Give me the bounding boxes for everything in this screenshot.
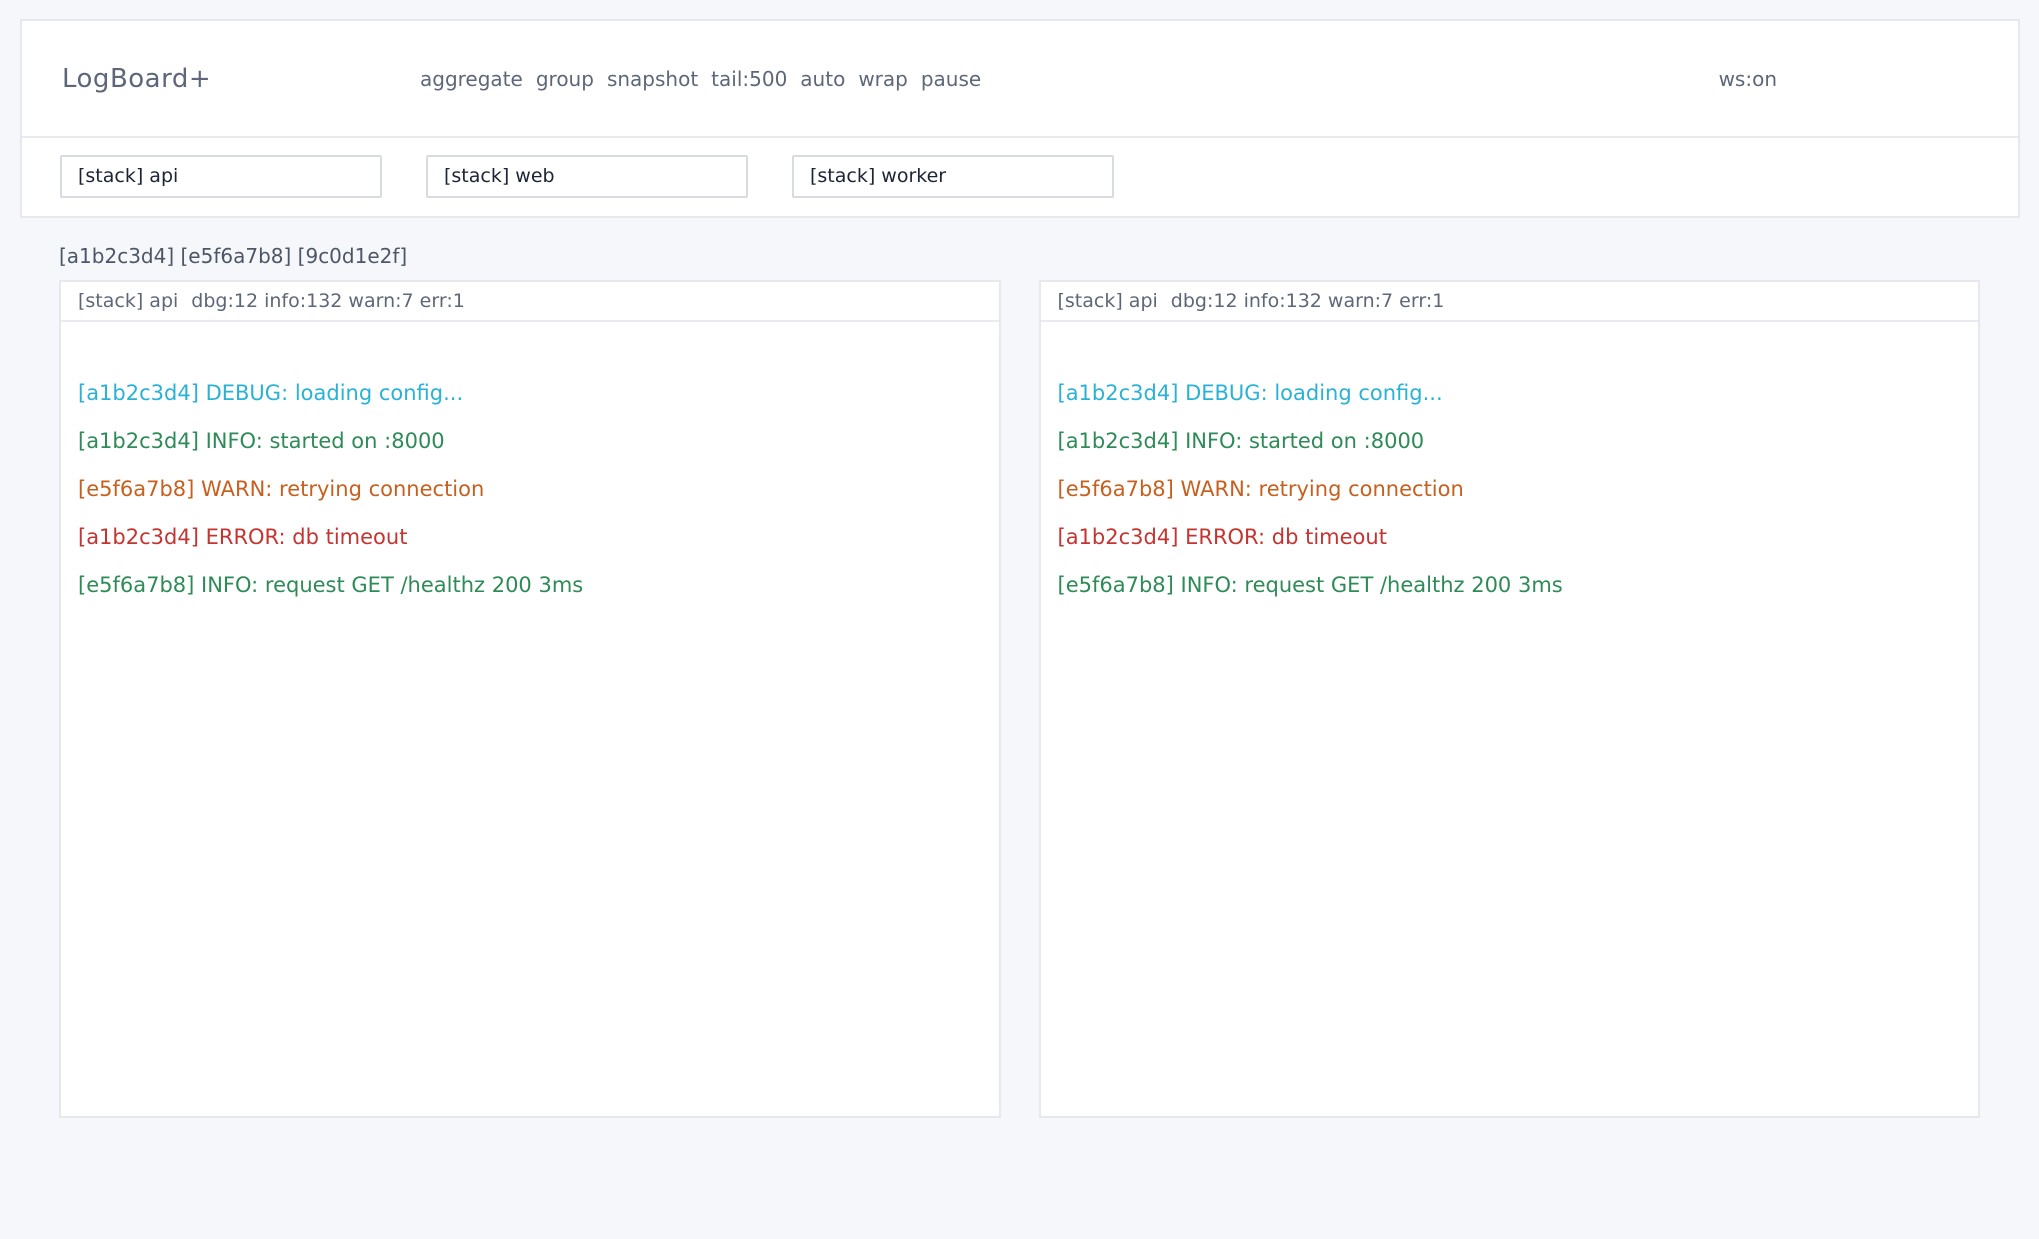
log-line: [e5f6a7b8] WARN: retrying connection (78, 465, 981, 513)
log-panel-counts: dbg:12 info:132 warn:7 err:1 (191, 290, 465, 312)
stack-filter-input-web[interactable] (426, 155, 748, 198)
log-line: [e5f6a7b8] INFO: request GET /healthz 20… (1058, 561, 1961, 609)
menu-item-pause[interactable]: pause (921, 67, 981, 91)
log-scroll-area[interactable]: [a1b2c3d4] DEBUG: loading config... [a1b… (61, 322, 999, 1116)
log-panel-counts: dbg:12 info:132 warn:7 err:1 (1171, 290, 1445, 312)
log-panel-left: [stack] api dbg:12 info:132 warn:7 err:1… (59, 280, 1001, 1118)
ws-status-badge: ws:on (1719, 67, 1777, 91)
log-panel-header: [stack] api dbg:12 info:132 warn:7 err:1 (1041, 282, 1979, 322)
log-line: [a1b2c3d4] DEBUG: loading config... (1058, 369, 1961, 417)
app-title: LogBoard+ (62, 64, 211, 94)
menu-item-snapshot[interactable]: snapshot (607, 67, 698, 91)
trace-id-breadcrumb: [a1b2c3d4] [e5f6a7b8] [9c0d1e2f] (59, 244, 407, 268)
stack-filter-input-worker[interactable] (792, 155, 1114, 198)
menu-item-wrap[interactable]: wrap (858, 67, 908, 91)
log-line: [e5f6a7b8] INFO: request GET /healthz 20… (78, 561, 981, 609)
log-line: [a1b2c3d4] INFO: started on :8000 (78, 417, 981, 465)
top-bar: LogBoard+ aggregate group snapshot tail:… (20, 19, 2020, 218)
menu-item-tail[interactable]: tail:500 (711, 67, 787, 91)
log-line: [a1b2c3d4] DEBUG: loading config... (78, 369, 981, 417)
stack-filter-input-api[interactable] (60, 155, 382, 198)
log-line: [e5f6a7b8] WARN: retrying connection (1058, 465, 1961, 513)
header-menu: aggregate group snapshot tail:500 auto w… (420, 67, 981, 91)
menu-item-aggregate[interactable]: aggregate (420, 67, 523, 91)
menu-item-group[interactable]: group (536, 67, 594, 91)
menu-item-auto[interactable]: auto (800, 67, 845, 91)
log-line: [a1b2c3d4] ERROR: db timeout (1058, 513, 1961, 561)
log-panel-right: [stack] api dbg:12 info:132 warn:7 err:1… (1039, 280, 1981, 1118)
header-row: LogBoard+ aggregate group snapshot tail:… (22, 21, 2018, 138)
panel-grid: [stack] api dbg:12 info:132 warn:7 err:1… (59, 280, 1980, 1118)
filter-row (22, 138, 2018, 214)
log-panel-header: [stack] api dbg:12 info:132 warn:7 err:1 (61, 282, 999, 322)
log-panel-title: [stack] api (78, 290, 178, 312)
log-line: [a1b2c3d4] INFO: started on :8000 (1058, 417, 1961, 465)
log-scroll-area[interactable]: [a1b2c3d4] DEBUG: loading config... [a1b… (1041, 322, 1979, 1116)
log-panel-title: [stack] api (1058, 290, 1158, 312)
log-line: [a1b2c3d4] ERROR: db timeout (78, 513, 981, 561)
